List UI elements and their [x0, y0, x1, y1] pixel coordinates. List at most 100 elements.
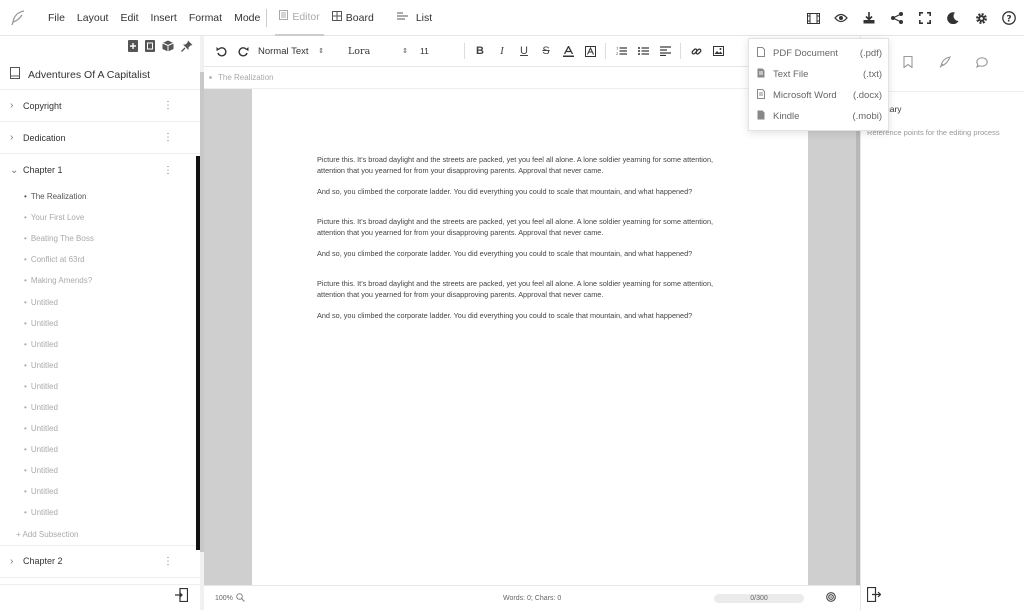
text-color-icon[interactable]	[557, 40, 579, 62]
subsection-item[interactable]: • Untitled	[0, 481, 203, 502]
book-title-label: Adventures Of A Capitalist	[28, 68, 150, 81]
add-subsection-button[interactable]: + Add Subsection	[0, 524, 203, 546]
export-mobi-option[interactable]: Kindle (.mobi)	[749, 106, 888, 127]
subsection-item[interactable]: • Untitled	[0, 502, 203, 523]
subsection-item[interactable]: • Untitled	[0, 334, 203, 355]
numbered-list-icon[interactable]: 12	[610, 40, 632, 62]
breadcrumb-dot	[209, 76, 212, 79]
menu-divider-2	[384, 9, 385, 27]
redo-icon[interactable]	[232, 40, 254, 62]
help-icon[interactable]: ?	[1002, 11, 1016, 25]
toolbar-divider	[680, 43, 681, 59]
tab-editor-label: Editor	[292, 10, 320, 23]
cube-icon[interactable]	[162, 39, 174, 57]
collapse-sidebar-icon[interactable]	[175, 587, 189, 607]
tab-editor[interactable]: Editor	[275, 0, 324, 36]
menu-edit[interactable]: Edit	[120, 12, 138, 24]
subsection-item[interactable]: • Beating The Boss	[0, 228, 203, 249]
expand-panel-icon[interactable]	[866, 586, 882, 607]
tab-comments[interactable]	[963, 36, 1000, 92]
bullet-list-icon[interactable]	[632, 40, 654, 62]
menu-layout[interactable]: Layout	[77, 12, 109, 24]
menu-format[interactable]: Format	[189, 12, 222, 24]
subsection-item[interactable]: • Untitled	[0, 376, 203, 397]
more-options-icon[interactable]: ⋮	[163, 132, 173, 143]
export-pdf-option[interactable]: PDF Document (.pdf)	[749, 43, 888, 64]
export-dropdown: PDF Document (.pdf) Text File (.txt) Mic…	[748, 38, 889, 131]
menu-file[interactable]: File	[48, 12, 65, 24]
eye-icon[interactable]	[834, 11, 848, 25]
tab-board[interactable]: Board	[328, 0, 378, 36]
export-txt-option[interactable]: Text File (.txt)	[749, 64, 888, 85]
zoom-icon[interactable]	[236, 592, 245, 604]
subsection-item[interactable]: • Making Amends?	[0, 270, 203, 291]
feather-icon[interactable]	[0, 0, 36, 36]
subsection-item[interactable]: • Untitled	[0, 397, 203, 418]
font-size-select[interactable]: 11	[420, 46, 460, 56]
link-icon[interactable]	[685, 40, 707, 62]
fullscreen-icon[interactable]	[918, 11, 932, 25]
sidebar-item-chapter-2[interactable]: › Chapter 2 ⋮	[0, 546, 203, 578]
underline-button[interactable]: U	[513, 40, 535, 62]
gear-icon[interactable]	[974, 11, 988, 25]
select-arrows-icon: ⇕	[402, 48, 408, 55]
font-select[interactable]: Lora ⇕	[348, 46, 408, 57]
zoom-control[interactable]: 100%	[215, 592, 245, 604]
paragraph: Picture this. It's broad daylight and th…	[317, 279, 714, 299]
subsection-item[interactable]: • Your First Love	[0, 207, 203, 228]
tab-notes[interactable]	[926, 36, 963, 92]
share-icon[interactable]	[890, 11, 904, 25]
document-page[interactable]: Picture this. It's broad daylight and th…	[252, 89, 808, 585]
word-goal-label: 0/300	[750, 594, 768, 602]
sidebar-item-dedication[interactable]: › Dedication ⋮	[0, 122, 203, 154]
export-docx-option[interactable]: Microsoft Word (.docx)	[749, 85, 888, 106]
top-menubar: File Layout Edit Insert Format Mode Edit…	[0, 0, 1024, 36]
chevron-right-icon[interactable]: ›	[10, 556, 18, 567]
text-style-select[interactable]: Normal Text ⇕	[258, 46, 324, 57]
add-document-icon[interactable]	[145, 39, 155, 57]
image-icon[interactable]	[707, 40, 729, 62]
chevron-down-icon[interactable]: ⌄	[10, 165, 18, 176]
quill-icon	[939, 55, 951, 73]
subsection-item[interactable]: • Untitled	[0, 439, 203, 460]
chevron-right-icon[interactable]: ›	[10, 132, 18, 143]
strikethrough-button[interactable]: S	[535, 40, 557, 62]
tab-list[interactable]: List	[393, 0, 436, 36]
highlight-icon[interactable]	[579, 40, 601, 62]
align-left-icon[interactable]	[654, 40, 676, 62]
export-option-label: PDF Document	[773, 48, 838, 59]
subsection-item[interactable]: • Untitled	[0, 313, 203, 334]
more-options-icon[interactable]: ⋮	[163, 165, 173, 176]
undo-icon[interactable]	[210, 40, 232, 62]
italic-button[interactable]: I	[491, 40, 513, 62]
pin-icon[interactable]	[181, 39, 193, 57]
word-goal-progress[interactable]: 0/300	[714, 593, 804, 603]
more-options-icon[interactable]: ⋮	[163, 100, 173, 111]
subsection-item[interactable]: • The Realization	[0, 186, 203, 207]
target-icon[interactable]	[826, 592, 836, 604]
tab-bookmarks[interactable]	[889, 36, 926, 92]
breadcrumb-label[interactable]: The Realization	[218, 73, 274, 82]
sidebar-item-copyright[interactable]: › Copyright ⋮	[0, 90, 203, 122]
subsection-item[interactable]: • Untitled	[0, 291, 203, 312]
paragraph: And so, you climbed the corporate ladder…	[317, 186, 693, 196]
export-option-label: Microsoft Word	[773, 90, 837, 101]
book-title[interactable]: Adventures Of A Capitalist	[0, 60, 203, 90]
download-icon[interactable]	[862, 11, 876, 25]
export-option-ext: (.mobi)	[852, 111, 882, 122]
document-text[interactable]: Picture this. It's broad daylight and th…	[317, 155, 737, 341]
more-options-icon[interactable]: ⋮	[163, 556, 173, 567]
subsection-item[interactable]: • Untitled	[0, 460, 203, 481]
subsection-item[interactable]: • Conflict at 63rd	[0, 249, 203, 270]
film-icon[interactable]	[806, 11, 820, 25]
moon-icon[interactable]	[946, 11, 960, 25]
word-file-icon	[757, 89, 769, 102]
menu-mode[interactable]: Mode	[234, 12, 260, 24]
subsection-item[interactable]: • Untitled	[0, 355, 203, 376]
subsection-item[interactable]: • Untitled	[0, 418, 203, 439]
bold-button[interactable]: B	[469, 40, 491, 62]
chevron-right-icon[interactable]: ›	[10, 100, 18, 111]
sidebar-item-chapter-1[interactable]: ⌄ Chapter 1 ⋮	[0, 154, 203, 186]
add-page-icon[interactable]	[128, 39, 138, 57]
menu-insert[interactable]: Insert	[151, 12, 177, 24]
